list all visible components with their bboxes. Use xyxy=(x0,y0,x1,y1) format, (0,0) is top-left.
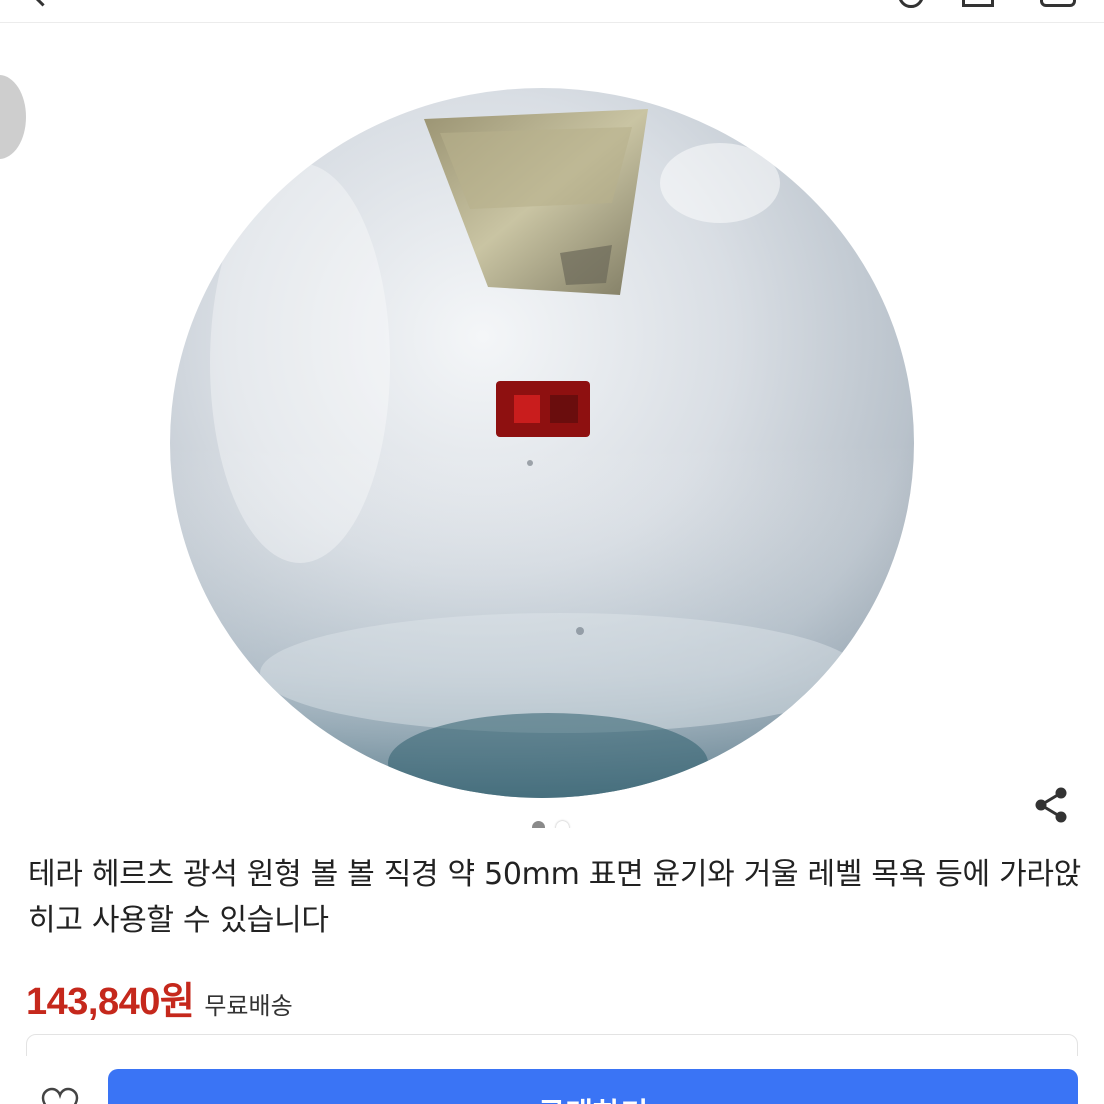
top-app-bar xyxy=(0,0,1104,23)
page-indicator xyxy=(530,821,574,828)
page-dot-active[interactable] xyxy=(532,821,545,828)
product-detail-screen: 테라 헤르츠 광석 원형 볼 볼 직경 약 50mm 표면 윤기와 거울 레벨 … xyxy=(0,0,1104,1104)
product-image-gallery[interactable] xyxy=(0,23,1104,828)
buy-button[interactable]: 구매하기 xyxy=(108,1069,1078,1104)
bottom-action-bar: 구매하기 xyxy=(0,1056,1104,1104)
product-title: 테라 헤르츠 광석 원형 볼 볼 직경 약 50mm 표면 윤기와 거울 레벨 … xyxy=(28,857,1081,938)
page-dot[interactable] xyxy=(556,821,569,828)
search-icon[interactable] xyxy=(898,0,924,8)
home-icon[interactable] xyxy=(962,0,994,7)
shipping-label: 무료배송 xyxy=(204,992,293,1020)
price: 143,840원 xyxy=(26,981,195,1023)
heart-icon[interactable] xyxy=(40,1086,80,1104)
cart-icon[interactable] xyxy=(1040,0,1076,7)
product-photo xyxy=(170,88,914,798)
back-arrow-icon[interactable] xyxy=(30,0,55,7)
price-row: 143,840원 무료배송 xyxy=(26,970,293,1023)
share-icon[interactable] xyxy=(1030,783,1074,827)
